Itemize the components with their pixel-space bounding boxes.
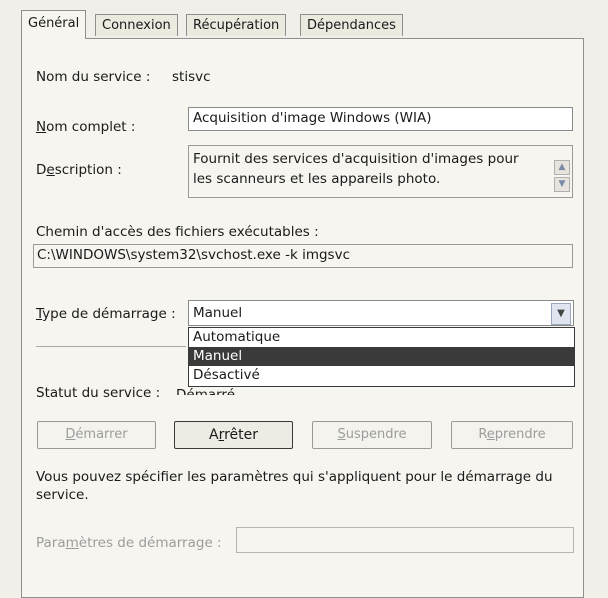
display-name-input[interactable]: Acquisition d'image Windows (WIA) [188, 107, 573, 131]
executable-path-field: C:\WINDOWS\system32\svchost.exe -k imgsv… [33, 244, 573, 268]
tab-dependances[interactable]: Dépendances [300, 14, 403, 36]
pause-button[interactable]: Suspendre [312, 421, 432, 449]
option-desactive[interactable]: Désactivé [189, 366, 574, 385]
tab-general[interactable]: Général [21, 10, 87, 39]
display-name-label: Nom complet : [36, 119, 136, 135]
option-automatique[interactable]: Automatique [189, 328, 574, 347]
hint-text: Vous pouvez spécifier les paramètres qui… [36, 469, 553, 503]
description-line-1: Fournit des services d'acquisition d'ima… [193, 151, 519, 167]
startup-type-select[interactable]: Manuel ▼ [188, 300, 574, 326]
startup-type-label: Type de démarrage : [36, 306, 176, 322]
scroll-up-icon[interactable]: ▲ [554, 160, 570, 175]
executable-path-label: Chemin d'accès des fichiers exécutables … [36, 224, 319, 240]
service-status-label: Statut du service : [36, 385, 161, 401]
description-line-2: les scanneurs et les appareils photo. [193, 171, 441, 187]
separator-line [36, 346, 186, 347]
startup-type-selected: Manuel [193, 305, 243, 321]
scroll-down-icon[interactable]: ▼ [554, 177, 570, 192]
service-name-value: stisvc [172, 69, 211, 85]
service-name-label: Nom du service : [36, 69, 151, 85]
description-label: Description : [36, 162, 122, 178]
description-textarea[interactable]: Fournit des services d'acquisition d'ima… [188, 145, 573, 198]
resume-button[interactable]: Reprendre [451, 421, 573, 449]
start-params-label: Paramètres de démarrage : [36, 535, 222, 551]
service-status-value: Démarré [176, 387, 235, 395]
tab-connexion[interactable]: Connexion [95, 14, 178, 36]
chevron-down-icon[interactable]: ▼ [551, 303, 571, 325]
stop-button[interactable]: Arrêter [174, 421, 293, 449]
option-manuel[interactable]: Manuel [189, 347, 574, 366]
start-params-input[interactable] [236, 527, 574, 553]
start-button[interactable]: Démarrer [37, 421, 156, 449]
tab-recuperation[interactable]: Récupération [186, 14, 287, 36]
startup-type-dropdown: Automatique Manuel Désactivé [188, 327, 575, 387]
